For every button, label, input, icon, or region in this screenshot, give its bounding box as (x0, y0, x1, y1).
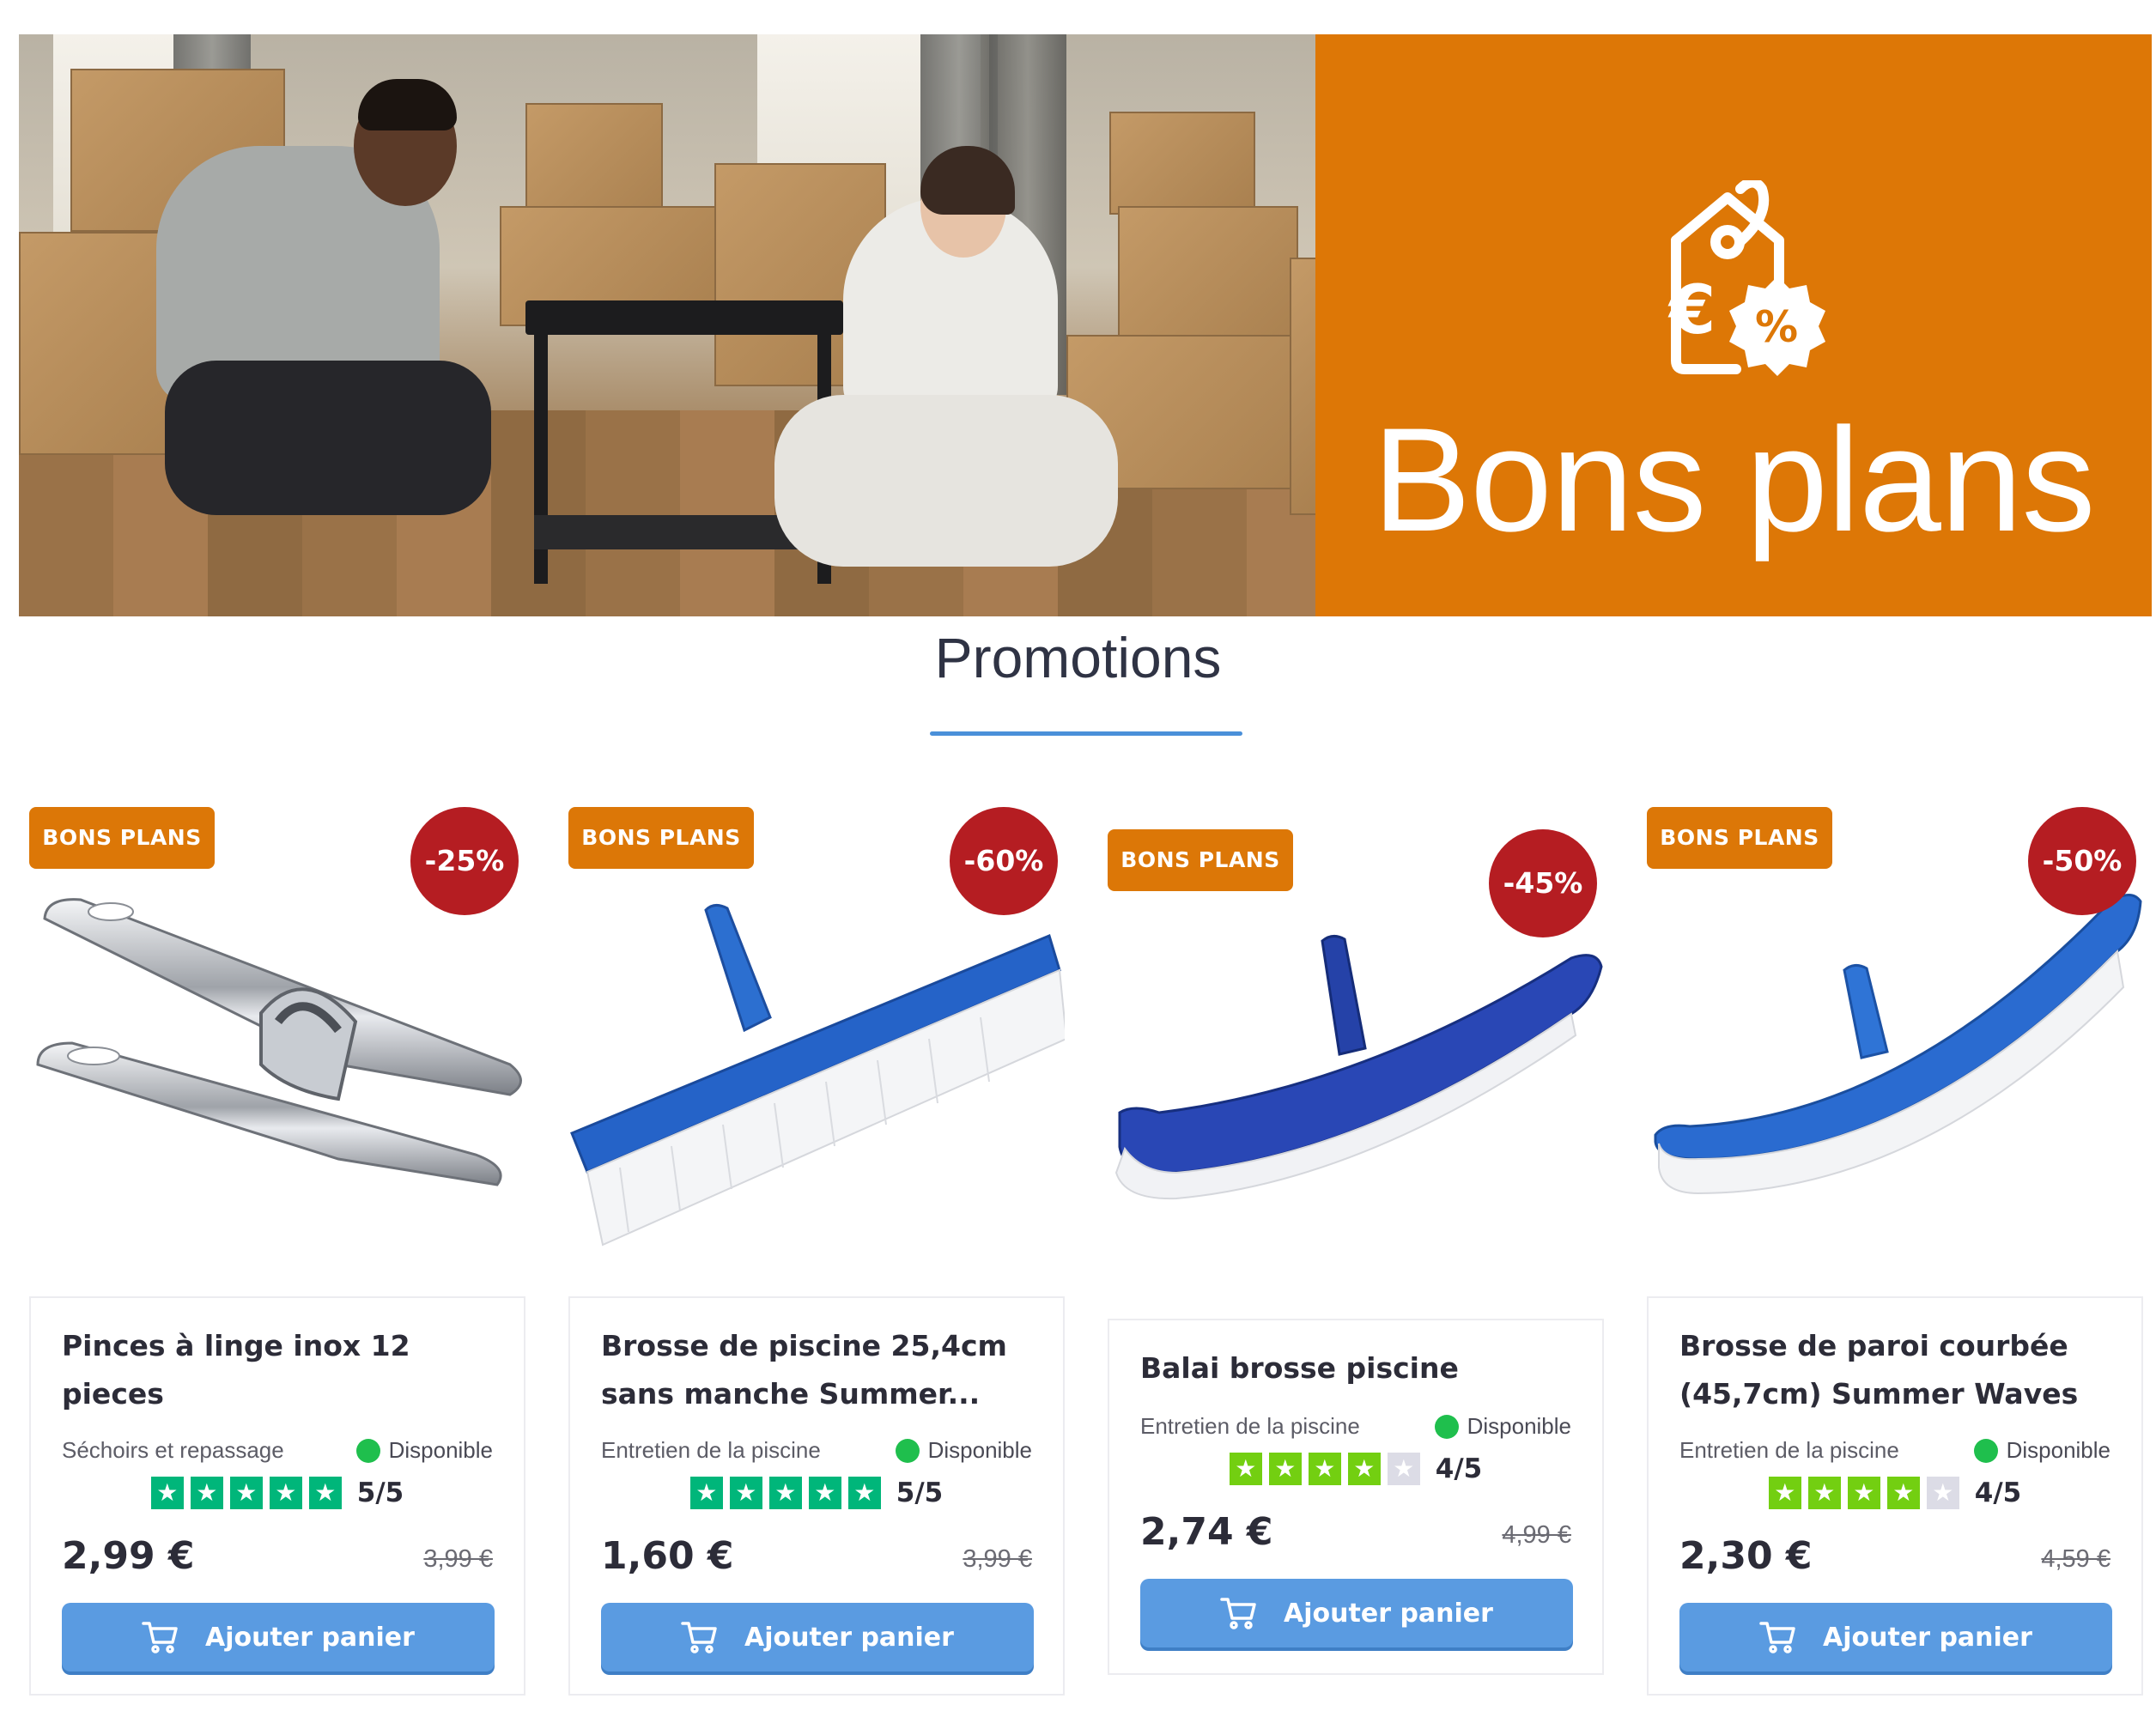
product-card[interactable]: BONS PLANS -60% Brosse de piscine 25,4cm… (568, 807, 1068, 1696)
star-icon: ★ (308, 1477, 342, 1509)
product-old-price: 4,99 € (1502, 1521, 1571, 1549)
star-icon: ★ (1229, 1453, 1262, 1485)
product-title-line: Brosse de paroi courbée (1679, 1329, 2068, 1362)
cart-icon (1759, 1622, 1795, 1653)
product-card[interactable]: BONS PLANS -25% Pinces à linge inox 12 p… (29, 807, 525, 1696)
star-icon: ★ (1268, 1453, 1302, 1485)
product-info: Pinces à linge inox 12 pieces Séchoirs e… (29, 1296, 525, 1696)
star-icon: ★ (269, 1477, 302, 1509)
product-info: Brosse de paroi courbée (45,7cm) Summer … (1647, 1296, 2143, 1696)
product-title-line: pieces (62, 1377, 164, 1411)
add-to-cart-label: Ajouter panier (744, 1622, 954, 1653)
product-info: Balai brosse piscine Entretien de la pis… (1108, 1319, 1604, 1675)
product-title[interactable]: Balai brosse piscine (1140, 1344, 1587, 1392)
cart-icon (1220, 1598, 1256, 1629)
product-title-line: sans manche Summer... (601, 1377, 981, 1411)
stock-label: Disponible (2006, 1437, 2110, 1463)
product-price: 2,74 € (1140, 1510, 1273, 1554)
product-old-price: 3,99 € (963, 1545, 1032, 1573)
product-grid: BONS PLANS -25% Pinces à linge inox 12 p… (0, 0, 2156, 1717)
star-icon: ★ (729, 1477, 762, 1509)
product-title-line: Brosse de piscine 25,4cm (601, 1329, 1007, 1362)
star-icon: ★ (150, 1477, 184, 1509)
star-icon: ★ (190, 1477, 223, 1509)
product-price: 2,99 € (62, 1534, 195, 1578)
product-rating: ★ ★ ★ ★ ★ 4/5 (1109, 1453, 1602, 1485)
product-old-price: 4,59 € (2041, 1545, 2110, 1573)
bons-plans-badge: BONS PLANS (568, 807, 754, 869)
stock-status: Disponible (1973, 1437, 2110, 1464)
stock-dot-icon (1434, 1414, 1459, 1439)
stock-status: Disponible (355, 1437, 493, 1464)
discount-badge: -45% (1489, 829, 1597, 937)
product-price: 2,30 € (1679, 1534, 1813, 1578)
star-icon: ★ (1807, 1477, 1841, 1509)
product-title-line: Balai brosse piscine (1140, 1351, 1459, 1385)
discount-badge: -25% (410, 807, 519, 915)
cart-icon (681, 1622, 717, 1653)
product-title-line: (45,7cm) Summer Waves (1679, 1377, 2079, 1411)
stock-status: Disponible (1434, 1413, 1571, 1440)
product-category: Séchoirs et repassage (62, 1437, 284, 1463)
bons-plans-badge: BONS PLANS (1647, 807, 1832, 869)
add-to-cart-button[interactable]: Ajouter panier (62, 1603, 495, 1671)
product-title[interactable]: Brosse de paroi courbée (45,7cm) Summer … (1679, 1322, 2126, 1418)
add-to-cart-button[interactable]: Ajouter panier (601, 1603, 1034, 1671)
stock-status: Disponible (895, 1437, 1032, 1464)
rating-text: 4/5 (1974, 1477, 2022, 1508)
product-rating: ★ ★ ★ ★ ★ 4/5 (1649, 1477, 2141, 1509)
star-icon: ★ (1847, 1477, 1880, 1509)
discount-badge: -50% (2028, 807, 2136, 915)
stock-dot-icon (1973, 1438, 1998, 1463)
stock-label: Disponible (388, 1437, 493, 1463)
product-price: 1,60 € (601, 1534, 734, 1578)
product-info: Brosse de piscine 25,4cm sans manche Sum… (568, 1296, 1065, 1696)
star-icon: ★ (1886, 1477, 1920, 1509)
stock-dot-icon (355, 1438, 380, 1463)
stock-dot-icon (895, 1438, 920, 1463)
star-icon: ★ (1768, 1477, 1801, 1509)
rating-text: 4/5 (1435, 1453, 1483, 1484)
product-rating: ★ ★ ★ ★ ★ 5/5 (31, 1477, 524, 1509)
product-title[interactable]: Brosse de piscine 25,4cm sans manche Sum… (601, 1322, 1048, 1418)
star-icon: ★ (808, 1477, 841, 1509)
cart-icon (142, 1622, 178, 1653)
product-category: Entretien de la piscine (1679, 1437, 1899, 1463)
star-icon: ★ (768, 1477, 802, 1509)
product-card[interactable]: BONS PLANS -45% Balai brosse piscine Ent… (1108, 829, 1604, 1675)
discount-badge: -60% (950, 807, 1058, 915)
product-rating: ★ ★ ★ ★ ★ 5/5 (570, 1477, 1063, 1509)
product-title[interactable]: Pinces à linge inox 12 pieces (62, 1322, 508, 1418)
rating-text: 5/5 (356, 1477, 404, 1508)
add-to-cart-label: Ajouter panier (1284, 1598, 1493, 1629)
add-to-cart-label: Ajouter panier (1823, 1622, 2032, 1653)
add-to-cart-label: Ajouter panier (205, 1622, 415, 1653)
product-card[interactable]: BONS PLANS -50% Brosse de paroi courbée … (1647, 807, 2143, 1696)
add-to-cart-button[interactable]: Ajouter panier (1140, 1579, 1573, 1647)
star-icon: ★ (1347, 1453, 1381, 1485)
star-icon: ★ (1387, 1453, 1420, 1485)
add-to-cart-button[interactable]: Ajouter panier (1679, 1603, 2112, 1671)
star-icon: ★ (1308, 1453, 1341, 1485)
product-old-price: 3,99 € (423, 1545, 493, 1573)
product-category: Entretien de la piscine (601, 1437, 821, 1463)
star-icon: ★ (1926, 1477, 1959, 1509)
bons-plans-badge: BONS PLANS (29, 807, 215, 869)
star-icon: ★ (689, 1477, 723, 1509)
rating-text: 5/5 (896, 1477, 944, 1508)
product-title-line: Pinces à linge inox 12 (62, 1329, 410, 1362)
star-icon: ★ (847, 1477, 881, 1509)
bons-plans-badge: BONS PLANS (1108, 829, 1293, 891)
star-icon: ★ (229, 1477, 263, 1509)
stock-label: Disponible (1467, 1413, 1571, 1439)
stock-label: Disponible (927, 1437, 1032, 1463)
product-category: Entretien de la piscine (1140, 1413, 1360, 1439)
